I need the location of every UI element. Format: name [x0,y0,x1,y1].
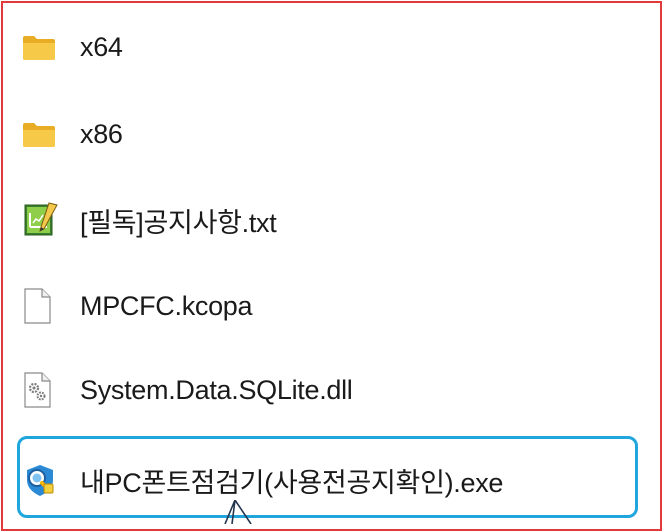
explorer-item-label: System.Data.SQLite.dll [80,374,353,405]
explorer-item-label: MPCFC.kcopa [80,290,253,321]
explorer-item-x86[interactable]: x86 [22,114,123,154]
mouse-cursor-icon [220,499,260,529]
explorer-item-x64[interactable]: x64 [22,27,123,67]
dll-settings-file-icon [22,370,62,410]
explorer-item-sqlite-dll[interactable]: System.Data.SQLite.dll [22,370,353,410]
explorer-item-font-checker-exe[interactable]: 내PC폰트점검기(사용전공지확인).exe [22,460,503,500]
blank-file-icon [22,286,62,326]
folder-icon [22,27,62,67]
explorer-item-label: 내PC폰트점검기(사용전공지확인).exe [80,467,504,498]
explorer-item-label: x64 [80,31,123,62]
folder-icon [22,114,62,154]
explorer-item-label: x86 [80,118,123,149]
explorer-item-notice-txt[interactable]: [필독]공지사항.txt [22,200,277,240]
explorer-item-label: [필독]공지사항.txt [80,207,277,238]
explorer-item-mpcfc-kcopa[interactable]: MPCFC.kcopa [22,286,253,326]
app-exe-icon [22,460,62,500]
text-file-icon [22,200,62,240]
